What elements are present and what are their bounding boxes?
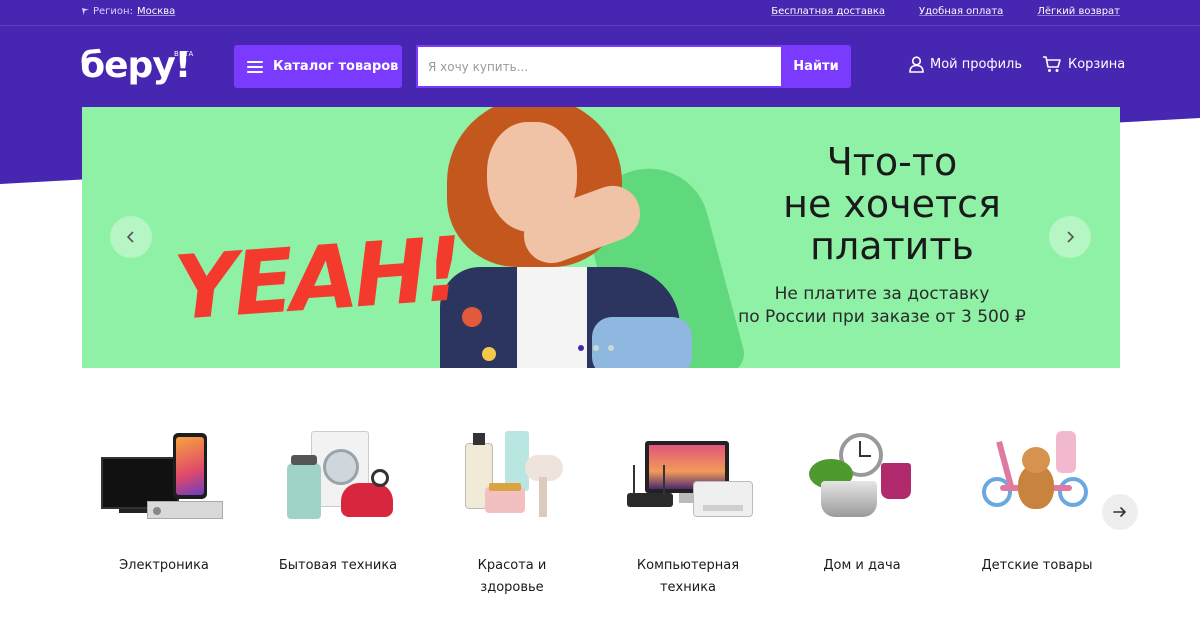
- category-label: Дом и дача: [797, 555, 927, 577]
- link-easy-return[interactable]: Лёгкий возврат: [1037, 6, 1120, 17]
- banner-subtitle: Не платите за доставку по России при зак…: [642, 283, 1120, 329]
- category-label: Электроника: [99, 555, 229, 577]
- location-arrow-icon: [82, 8, 89, 15]
- hamburger-icon: [247, 60, 263, 73]
- categories-next-button[interactable]: [1102, 494, 1138, 530]
- banner-subtitle-line: Не платите за доставку: [774, 284, 990, 304]
- chevron-right-icon: [1067, 231, 1075, 243]
- region-city[interactable]: Москва: [137, 6, 175, 17]
- category-label: Компьютерная техника: [623, 555, 753, 599]
- category-label: Красота и здоровье: [447, 555, 577, 599]
- banner-title-line: не хочется: [783, 182, 1001, 226]
- profile-link[interactable]: Мой профиль: [909, 56, 1022, 73]
- banner-prev-button[interactable]: [110, 216, 152, 258]
- search-button[interactable]: Найти: [781, 45, 851, 88]
- banner-dot[interactable]: [578, 345, 584, 351]
- jacket-pattern: [462, 307, 482, 327]
- cart-icon: [1043, 56, 1061, 72]
- cart-link[interactable]: Корзина: [1042, 56, 1125, 73]
- user-icon: [909, 56, 924, 73]
- category-label-line: здоровье: [480, 580, 544, 595]
- category-label-line: Красота и: [477, 558, 547, 573]
- category-label-line: Бытовая техника: [278, 558, 398, 573]
- banner-title-line: Что-то: [826, 140, 958, 184]
- search-bar: Найти: [416, 45, 851, 88]
- banner-pagination: [578, 345, 614, 351]
- category-label-line: Электроника: [119, 558, 209, 573]
- profile-label: Мой профиль: [930, 57, 1022, 72]
- banner-dot[interactable]: [608, 345, 614, 351]
- category-kids[interactable]: Детские товары: [972, 425, 1102, 577]
- catalog-button[interactable]: Каталог товаров: [234, 45, 402, 88]
- category-list: Электроника Бытовая техника Красота и зд…: [82, 425, 1120, 605]
- category-label: Бытовая техника: [273, 555, 403, 577]
- banner-dot[interactable]: [593, 345, 599, 351]
- catalog-button-label: Каталог товаров: [273, 59, 399, 74]
- category-beauty[interactable]: Красота и здоровье: [447, 425, 577, 599]
- appliances-icon: [273, 425, 403, 525]
- link-free-delivery[interactable]: Бесплатная доставка: [771, 6, 885, 17]
- category-label-line: Компьютерная: [636, 558, 740, 573]
- beauty-icon: [447, 425, 577, 525]
- category-computers[interactable]: Компьютерная техника: [623, 425, 753, 599]
- category-label-line: Детские товары: [981, 558, 1093, 573]
- category-home[interactable]: Дом и дача: [797, 425, 927, 577]
- region-selector[interactable]: Регион: Москва: [82, 6, 175, 17]
- arrow-right-icon: [1113, 507, 1126, 517]
- category-electronics[interactable]: Электроника: [99, 425, 229, 577]
- banner-next-button[interactable]: [1049, 216, 1091, 258]
- search-input[interactable]: [416, 45, 781, 88]
- cart-label: Корзина: [1068, 57, 1126, 72]
- top-links: Бесплатная доставка Удобная оплата Лёгки…: [771, 6, 1120, 17]
- jacket-pattern: [482, 347, 496, 361]
- category-label-line: Дом и дача: [823, 558, 901, 573]
- category-appliances[interactable]: Бытовая техника: [273, 425, 403, 577]
- top-strip: Регион: Москва Бесплатная доставка Удобн…: [0, 0, 1200, 26]
- banner-subtitle-line: по России при заказе от 3 500 ₽: [738, 307, 1026, 327]
- logo-beta-badge: BETA: [174, 50, 194, 58]
- banner-sticker-text: YEAH!: [170, 217, 463, 340]
- promo-banner[interactable]: YEAH! Что-то не хочется платить Не плати…: [82, 107, 1120, 368]
- region-prefix: Регион:: [93, 6, 133, 17]
- link-easy-payment[interactable]: Удобная оплата: [919, 6, 1003, 17]
- category-label: Детские товары: [972, 555, 1102, 577]
- computers-icon: [623, 425, 753, 525]
- category-label-line: техника: [659, 580, 717, 595]
- electronics-icon: [99, 425, 229, 525]
- chevron-left-icon: [126, 231, 134, 243]
- kids-icon: [972, 425, 1102, 525]
- home-icon: [797, 425, 927, 525]
- banner-person-shirt: [517, 267, 587, 368]
